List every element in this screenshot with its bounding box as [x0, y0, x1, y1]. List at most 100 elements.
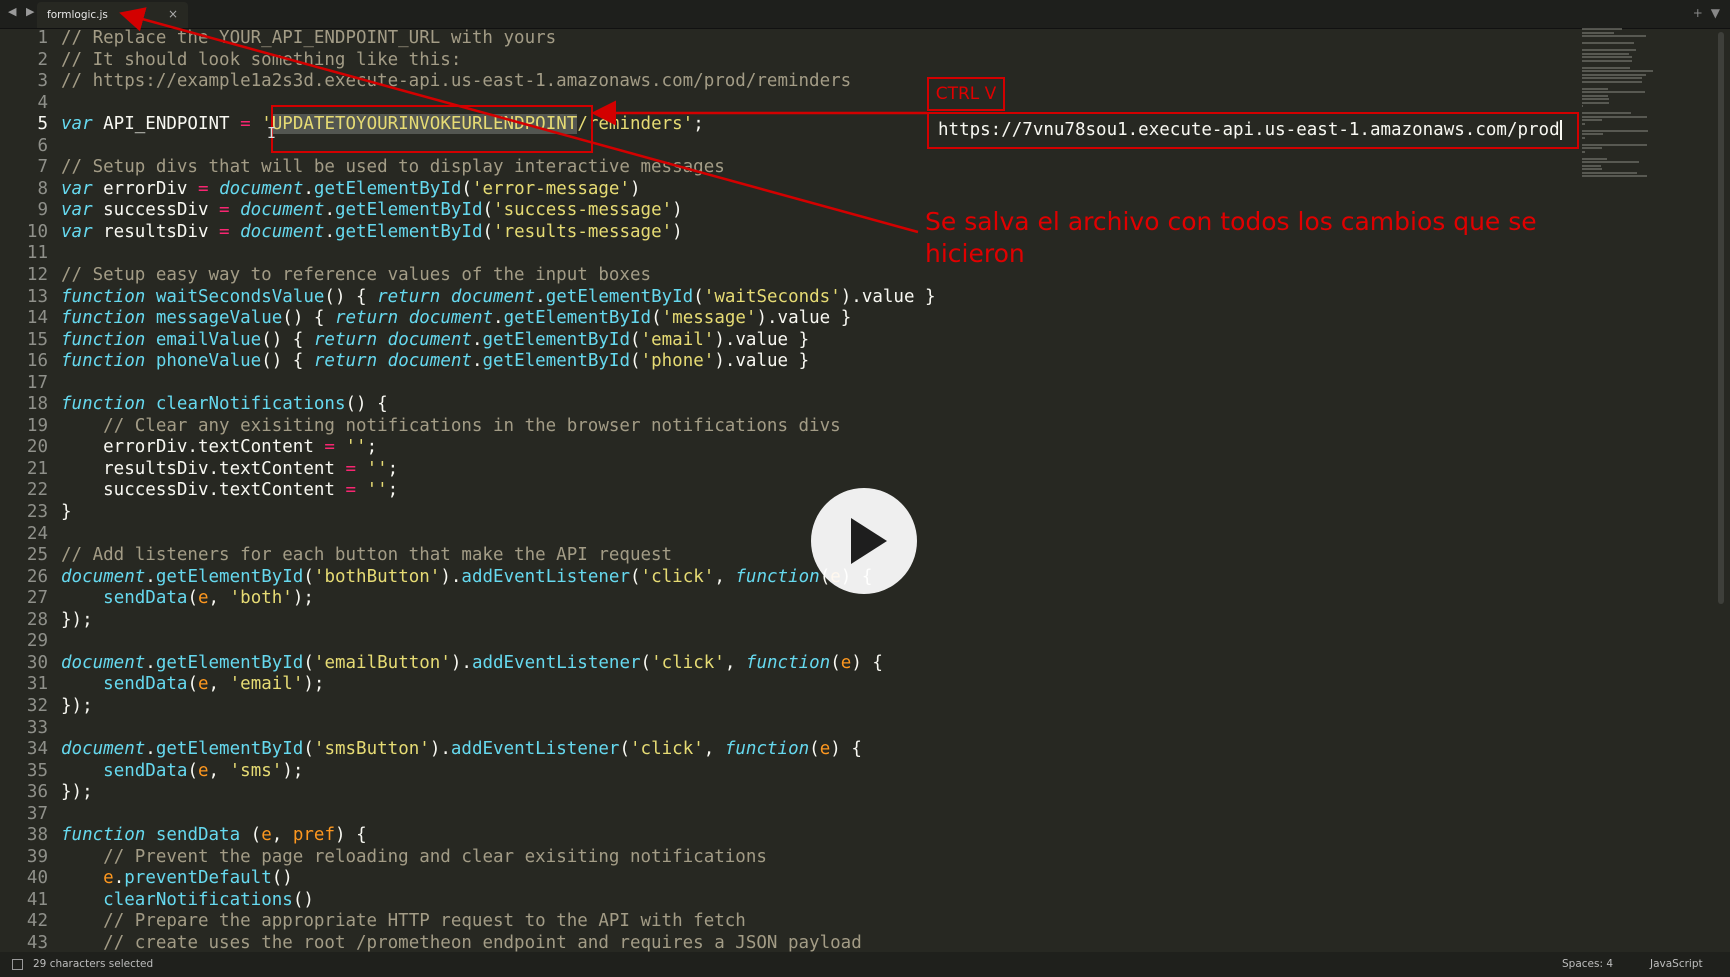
line-number: 21 [26, 458, 48, 479]
line-number: 22 [26, 480, 48, 501]
minimap-line [1582, 136, 1585, 139]
code-line[interactable]: function emailValue() { return document.… [61, 330, 936, 352]
code-line[interactable]: document.getElementById('emailButton').a… [61, 653, 936, 675]
code-line[interactable] [61, 524, 936, 546]
code-line[interactable] [61, 136, 936, 158]
status-bar: 29 characters selected Spaces: 4 JavaScr… [0, 952, 1730, 977]
minimap-line [1582, 112, 1632, 114]
line-number: 42 [26, 911, 48, 932]
code-line[interactable]: } [61, 502, 936, 524]
code-line[interactable]: // Add listeners for each button that ma… [61, 545, 936, 567]
code-line[interactable]: var API_ENDPOINT = 'UPDATETOYOURINVOKEUR… [61, 114, 936, 136]
code-line[interactable] [61, 93, 936, 115]
line-number: 36 [26, 782, 48, 803]
line-number: 1 [37, 28, 48, 48]
code-line[interactable]: var resultsDiv = document.getElementById… [61, 222, 936, 244]
line-number: 43 [26, 932, 48, 952]
line-number: 31 [26, 674, 48, 695]
selection-status: 29 characters selected [33, 958, 154, 970]
code-line[interactable]: var errorDiv = document.getElementById('… [61, 179, 936, 201]
code-line[interactable]: function sendData (e, pref) { [61, 825, 936, 847]
minimap-line [1582, 164, 1601, 167]
tab-formlogic[interactable]: formlogic.js × [37, 2, 188, 28]
code-line[interactable]: e.preventDefault() [61, 868, 936, 890]
code-line[interactable]: // Replace the YOUR_API_ENDPOINT_URL wit… [61, 28, 936, 50]
code-line[interactable] [61, 718, 936, 740]
new-tab-icon[interactable]: + [1693, 6, 1703, 20]
line-number: 28 [26, 609, 48, 630]
line-number: 12 [26, 265, 48, 286]
code-line[interactable]: }); [61, 696, 936, 718]
code-line[interactable] [61, 373, 936, 395]
minimap-line [1582, 49, 1636, 51]
minimap-line [1582, 168, 1603, 170]
code-line[interactable]: // It should look something like this: [61, 50, 936, 72]
tab-menu-icon[interactable]: ▼ [1711, 6, 1720, 20]
tab-nav-arrows[interactable]: ◀ ▶ [8, 5, 37, 18]
minimap-line [1582, 98, 1610, 100]
vertical-scrollbar[interactable] [1718, 32, 1724, 604]
panel-toggle-icon[interactable] [12, 959, 23, 970]
minimap-line [1582, 87, 1609, 90]
code-line[interactable]: sendData(e, 'both'); [61, 588, 936, 610]
code-line[interactable]: function messageValue() { return documen… [61, 308, 936, 330]
code-line[interactable]: resultsDiv.textContent = ''; [61, 459, 936, 481]
code-line[interactable]: clearNotifications() [61, 890, 936, 912]
minimap[interactable] [1582, 28, 1660, 177]
line-number: 40 [26, 868, 48, 889]
minimap-line [1582, 171, 1638, 174]
line-number: 41 [26, 889, 48, 910]
line-number: 26 [26, 566, 48, 587]
code-line[interactable]: successDiv.textContent = ''; [61, 480, 936, 502]
line-number: 33 [26, 717, 48, 738]
code-line[interactable]: // https://example1a2s3d.execute-api.us-… [61, 71, 936, 93]
code-area[interactable]: // Replace the YOUR_API_ENDPOINT_URL wit… [61, 28, 936, 952]
minimap-line [1582, 133, 1604, 135]
code-line[interactable]: document.getElementById('smsButton').add… [61, 739, 936, 761]
indentation-setting[interactable]: Spaces: 4 [1562, 958, 1613, 970]
line-number: 32 [26, 695, 48, 716]
syntax-selector[interactable]: JavaScript [1650, 958, 1703, 970]
code-line[interactable]: errorDiv.textContent = ''; [61, 437, 936, 459]
code-line[interactable]: }); [61, 610, 936, 632]
line-number: 37 [26, 803, 48, 824]
code-line[interactable]: // Setup easy way to reference values of… [61, 265, 936, 287]
minimap-line [1582, 122, 1585, 125]
code-line[interactable]: // Clear any exisiting notifications in … [61, 416, 936, 438]
line-number: 13 [26, 286, 48, 307]
line-number: 29 [26, 631, 48, 652]
tab-label: formlogic.js [47, 9, 108, 21]
code-line[interactable]: // Prevent the page reloading and clear … [61, 847, 936, 869]
line-number: 5 [37, 114, 48, 135]
minimap-line [1582, 80, 1643, 83]
code-line[interactable] [61, 631, 936, 653]
line-number: 7 [37, 157, 48, 178]
minimap-line [1582, 28, 1622, 30]
minimap-line [1582, 147, 1602, 149]
minimap-line [1582, 77, 1643, 79]
code-line[interactable]: var successDiv = document.getElementById… [61, 200, 936, 222]
close-icon[interactable]: × [168, 7, 178, 21]
code-editor[interactable]: 1 2 3 4 5 6 7 8 9 10 11 12 13 14 15 16 17 18 19 20 21 22 23 24 2… [0, 28, 1730, 952]
code-line[interactable]: function waitSecondsValue() { return doc… [61, 287, 936, 309]
code-line[interactable]: sendData(e, 'sms'); [61, 761, 936, 783]
minimap-line [1582, 35, 1646, 37]
code-line[interactable]: }); [61, 782, 936, 804]
line-number: 17 [26, 372, 48, 393]
code-line[interactable]: document.getElementById('bothButton').ad… [61, 567, 936, 589]
code-line[interactable]: // create uses the root /prometheon endp… [61, 933, 936, 952]
line-number: 39 [26, 846, 48, 867]
minimap-line [1582, 70, 1653, 72]
code-line[interactable]: sendData(e, 'email'); [61, 674, 936, 696]
code-line[interactable]: // Prepare the appropriate HTTP request … [61, 911, 936, 933]
code-line[interactable]: function clearNotifications() { [61, 394, 936, 416]
code-line[interactable] [61, 804, 936, 826]
line-number: 35 [26, 760, 48, 781]
code-line[interactable]: function phoneValue() { return document.… [61, 351, 936, 373]
line-number: 8 [37, 178, 48, 199]
code-line[interactable]: // Setup divs that will be used to displ… [61, 157, 936, 179]
code-line[interactable] [61, 243, 936, 265]
line-number: 34 [26, 739, 48, 760]
line-number: 15 [26, 329, 48, 350]
line-number-gutter: 1 2 3 4 5 6 7 8 9 10 11 12 13 14 15 16 17 18 19 20 21 22 23 24 2… [0, 28, 48, 952]
